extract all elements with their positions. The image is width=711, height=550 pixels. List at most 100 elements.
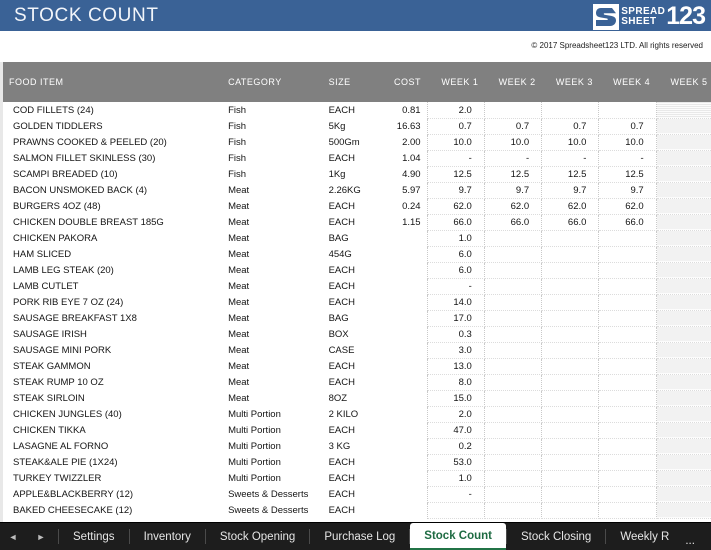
cell-food-item[interactable]: BACON UNSMOKED BACK (4) xyxy=(3,182,223,198)
cell-week-4[interactable]: 9.7 xyxy=(598,182,657,199)
cell-cost[interactable]: 1.04 xyxy=(382,150,428,166)
cell-week-2[interactable] xyxy=(484,374,543,391)
table-row[interactable]: LASAGNE AL FORNO Multi Portion 3 KG 0.2 xyxy=(3,438,711,455)
cell-food-item[interactable]: HAM SLICED xyxy=(3,246,223,262)
table-row[interactable]: APPLE&BLACKBERRY (12) Sweets & Desserts EA… xyxy=(3,486,711,503)
cell-category[interactable]: Multi Portion xyxy=(222,422,323,438)
cell-size[interactable]: EACH xyxy=(322,486,383,502)
cell-week-5[interactable] xyxy=(656,198,711,215)
cell-cost[interactable] xyxy=(382,486,428,502)
cell-week-3[interactable] xyxy=(541,438,600,455)
cell-week-2[interactable]: - xyxy=(484,150,543,167)
cell-week-1[interactable]: 2.0 xyxy=(426,406,485,423)
cell-week-2[interactable] xyxy=(484,486,543,503)
table-row[interactable]: LAMB CUTLET Meat EACH - xyxy=(3,278,711,295)
table-row[interactable]: CHICKEN JUNGLES (40) Multi Portion 2 KILO 2… xyxy=(3,406,711,423)
cell-cost[interactable] xyxy=(382,406,428,422)
table-row[interactable]: LAMB LEG STEAK (20) Meat EACH 6.0 xyxy=(3,262,711,279)
cell-week-2[interactable] xyxy=(484,358,543,375)
cell-week-4[interactable]: 62.0 xyxy=(598,198,657,215)
cell-week-4[interactable] xyxy=(598,438,657,455)
cell-week-1[interactable]: 1.0 xyxy=(426,230,485,247)
cell-week-3[interactable] xyxy=(541,390,600,407)
cell-cost[interactable] xyxy=(382,358,428,374)
cell-food-item[interactable]: CHICKEN JUNGLES (40) xyxy=(3,406,223,422)
cell-food-item[interactable]: SCAMPI BREADED (10) xyxy=(3,166,223,182)
cell-week-4[interactable] xyxy=(598,246,657,263)
cell-week-5[interactable] xyxy=(656,278,711,295)
cell-category[interactable]: Meat xyxy=(222,278,323,294)
table-row[interactable]: SCAMPI BREADED (10) Fish 1Kg 4.90 12.5 12.5 12… xyxy=(3,166,711,183)
sheet-tab-stock-closing[interactable]: Stock Closing xyxy=(507,523,605,550)
table-row[interactable]: HAM SLICED Meat 454G 6.0 xyxy=(3,246,711,263)
cell-week-3[interactable] xyxy=(541,422,600,439)
cell-week-5[interactable] xyxy=(656,374,711,391)
cell-cost[interactable] xyxy=(382,374,428,390)
cell-size[interactable]: 454G xyxy=(322,246,383,262)
cell-food-item[interactable]: PORK RIB EYE 7 OZ (24) xyxy=(3,294,223,310)
cell-week-4[interactable]: - xyxy=(598,150,657,167)
cell-week-3[interactable] xyxy=(541,502,600,519)
cell-category[interactable]: Meat xyxy=(222,294,323,310)
cell-week-3[interactable] xyxy=(541,454,600,471)
cell-category[interactable]: Meat xyxy=(222,374,323,390)
table-row[interactable]: STEAK RUMP 10 OZ Meat EACH 8.0 xyxy=(3,374,711,391)
table-row[interactable]: GOLDEN TIDDLERS Fish 5Kg 16.63 0.7 0.7 0.7 0.7 xyxy=(3,118,711,135)
cell-cost[interactable] xyxy=(382,438,428,454)
cell-week-2[interactable]: 10.0 xyxy=(484,134,543,151)
cell-week-1[interactable]: 10.0 xyxy=(426,134,485,151)
cell-week-4[interactable] xyxy=(598,470,657,487)
cell-week-5[interactable] xyxy=(656,406,711,423)
cell-cost[interactable]: 2.00 xyxy=(382,134,428,150)
cell-food-item[interactable]: CHICKEN PAKORA xyxy=(3,230,223,246)
cell-category[interactable]: Fish xyxy=(222,102,323,118)
cell-cost[interactable]: 16.63 xyxy=(382,118,428,134)
cell-week-3[interactable] xyxy=(541,310,600,327)
cell-week-2[interactable]: 9.7 xyxy=(484,182,543,199)
cell-week-4[interactable] xyxy=(598,294,657,311)
cell-week-3[interactable] xyxy=(541,246,600,263)
cell-size[interactable]: EACH xyxy=(322,198,383,214)
sheet-tabs-overflow[interactable]: ... xyxy=(683,523,701,550)
table-row[interactable]: PORK RIB EYE 7 OZ (24) Meat EACH 14.0 xyxy=(3,294,711,311)
cell-food-item[interactable]: PRAWNS COOKED & PEELED (20) xyxy=(3,134,223,150)
cell-week-1[interactable]: 53.0 xyxy=(426,454,485,471)
cell-category[interactable]: Fish xyxy=(222,134,323,150)
cell-week-1[interactable]: 14.0 xyxy=(426,294,485,311)
cell-week-2[interactable] xyxy=(484,438,543,455)
cell-week-2[interactable] xyxy=(484,326,543,343)
cell-week-3[interactable] xyxy=(541,470,600,487)
cell-cost[interactable] xyxy=(382,342,428,358)
next-sheet-icon[interactable]: ► xyxy=(34,523,48,550)
cell-cost[interactable] xyxy=(382,326,428,342)
cell-cost[interactable]: 4.90 xyxy=(382,166,428,182)
cell-week-5[interactable] xyxy=(656,422,711,439)
cell-week-3[interactable]: 66.0 xyxy=(541,214,600,231)
cell-cost[interactable] xyxy=(382,502,428,518)
cell-week-5[interactable] xyxy=(656,294,711,311)
cell-food-item[interactable]: CHICKEN TIKKA xyxy=(3,422,223,438)
cell-size[interactable]: 2 KILO xyxy=(322,406,383,422)
cell-week-1[interactable]: 2.0 xyxy=(426,102,485,119)
cell-week-1[interactable]: 15.0 xyxy=(426,390,485,407)
cell-category[interactable]: Meat xyxy=(222,390,323,406)
cell-week-2[interactable] xyxy=(484,294,543,311)
cell-cost[interactable] xyxy=(382,246,428,262)
cell-week-4[interactable] xyxy=(598,278,657,295)
cell-week-5[interactable] xyxy=(656,246,711,263)
cell-week-2[interactable]: 62.0 xyxy=(484,198,543,215)
cell-size[interactable]: EACH xyxy=(322,422,383,438)
cell-week-5[interactable] xyxy=(656,310,711,327)
cell-week-2[interactable] xyxy=(484,278,543,295)
cell-size[interactable]: EACH xyxy=(322,214,383,230)
cell-week-2[interactable] xyxy=(484,262,543,279)
cell-category[interactable]: Fish xyxy=(222,150,323,166)
cell-week-3[interactable]: 10.0 xyxy=(541,134,600,151)
cell-cost[interactable]: 5.97 xyxy=(382,182,428,198)
table-row[interactable]: CHICKEN TIKKA Multi Portion EACH 47.0 xyxy=(3,422,711,439)
table-row[interactable]: BURGERS 4OZ (48) Meat EACH 0.24 62.0 62.0 62.0… xyxy=(3,198,711,215)
cell-week-5[interactable] xyxy=(656,358,711,375)
table-row[interactable]: BAKED CHEESECAKE (12) Sweets & Desserts EA… xyxy=(3,502,711,519)
cell-week-5[interactable] xyxy=(656,342,711,359)
cell-week-5[interactable] xyxy=(656,214,711,231)
